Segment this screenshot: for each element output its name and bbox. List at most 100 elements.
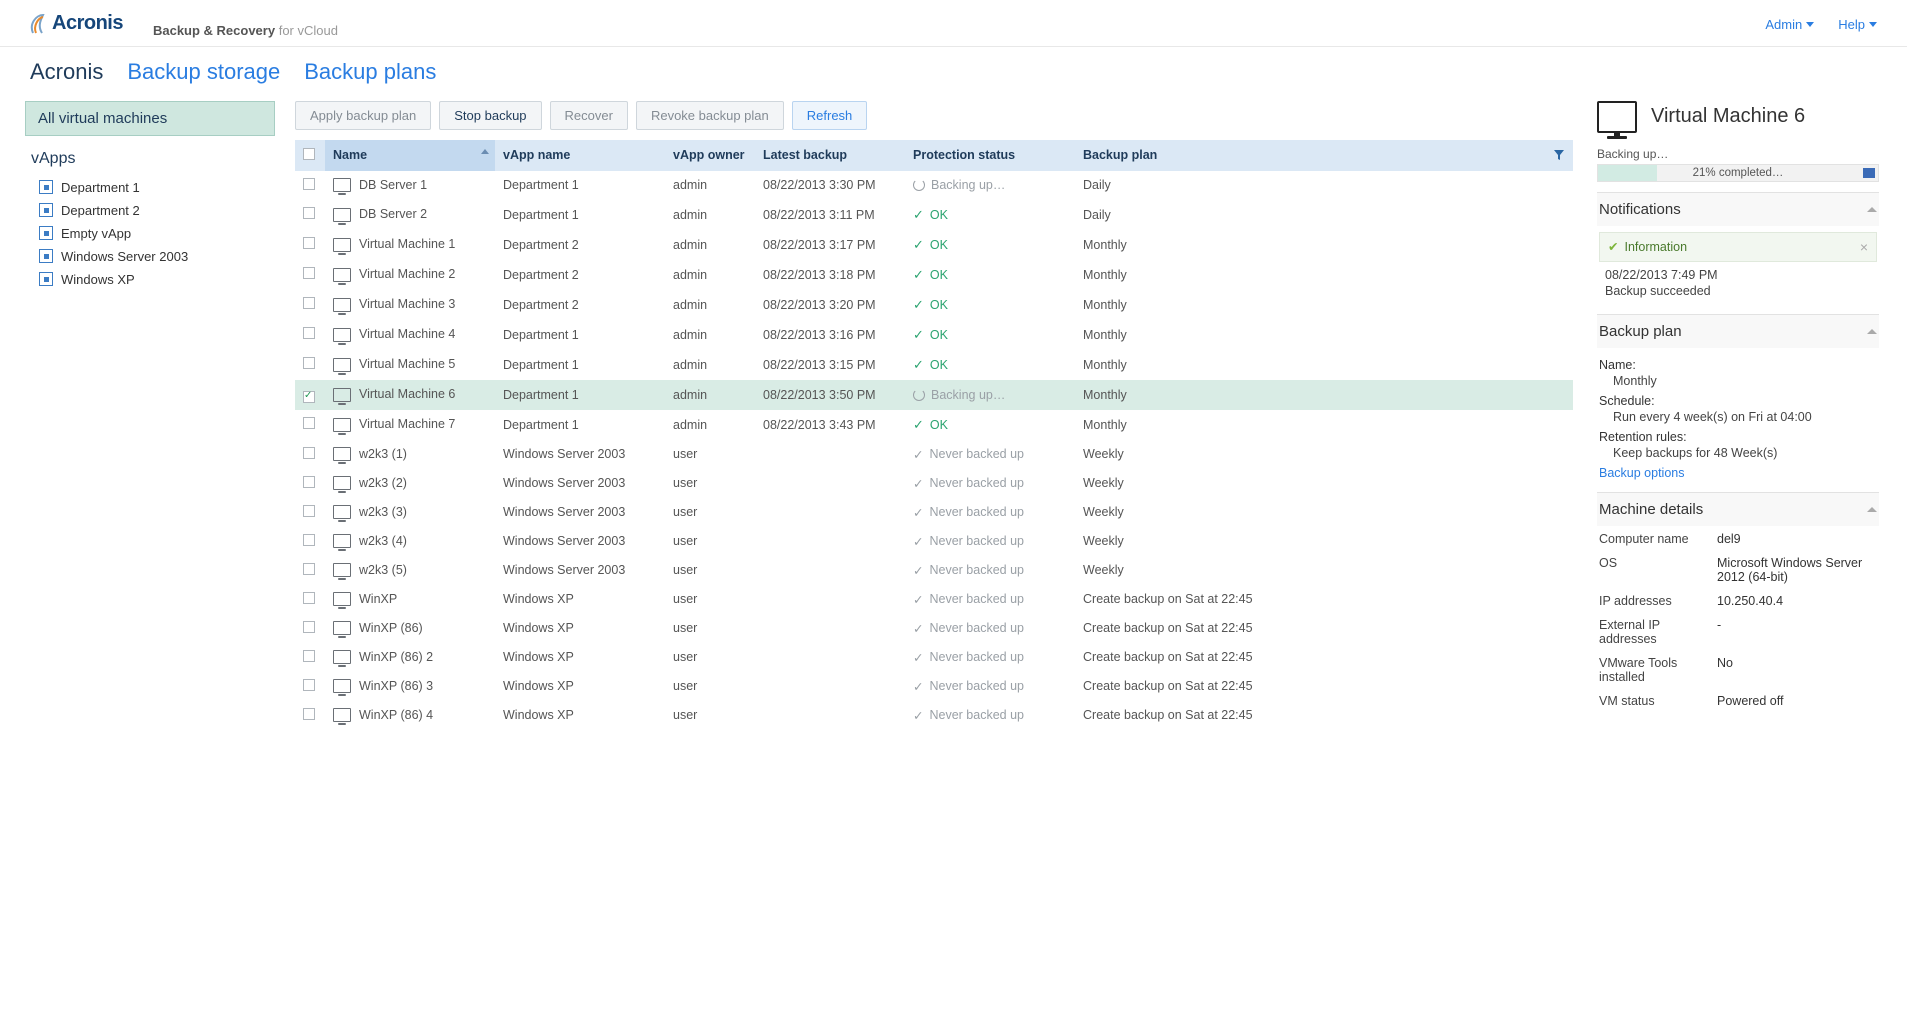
- row-checkbox[interactable]: [303, 505, 315, 517]
- table-row[interactable]: WinXP (86) 3Windows XPuser✓Never backed …: [295, 672, 1573, 701]
- section-backup-plan-header[interactable]: Backup plan: [1597, 315, 1879, 348]
- row-checkbox[interactable]: [303, 447, 315, 459]
- table-row[interactable]: Virtual Machine 2Department 2admin08/22/…: [295, 260, 1573, 290]
- progress-text: 21% completed…: [1693, 167, 1784, 179]
- table-row[interactable]: WinXP (86) 4Windows XPuser✓Never backed …: [295, 701, 1573, 730]
- admin-menu[interactable]: Admin: [1765, 17, 1814, 32]
- table-row[interactable]: w2k3 (2)Windows Server 2003user✓Never ba…: [295, 469, 1573, 498]
- spinner-icon: [913, 179, 925, 191]
- backup-options-link[interactable]: Backup options: [1599, 466, 1877, 480]
- cell-latest: [755, 643, 905, 672]
- col-vapp[interactable]: vApp name: [495, 140, 665, 171]
- row-checkbox[interactable]: [303, 592, 315, 604]
- table-row[interactable]: WinXP (86) 2Windows XPuser✓Never backed …: [295, 643, 1573, 672]
- row-checkbox[interactable]: [303, 708, 315, 720]
- cell-latest: [755, 701, 905, 730]
- cell-name: WinXP (86) 2: [359, 650, 433, 664]
- table-row[interactable]: Virtual Machine 6Department 1admin08/22/…: [295, 380, 1573, 410]
- tab-backup-storage[interactable]: Backup storage: [127, 59, 280, 85]
- cell-vapp: Department 2: [495, 290, 665, 320]
- row-checkbox[interactable]: [303, 327, 315, 339]
- section-notifications-header[interactable]: Notifications: [1597, 193, 1879, 226]
- cell-plan: Monthly: [1075, 320, 1573, 350]
- filter-icon[interactable]: [1553, 149, 1565, 164]
- row-checkbox[interactable]: [303, 297, 315, 309]
- table-row[interactable]: WinXP (86)Windows XPuser✓Never backed up…: [295, 614, 1573, 643]
- table-row[interactable]: w2k3 (1)Windows Server 2003user✓Never ba…: [295, 440, 1573, 469]
- sidebar-item[interactable]: Department 2: [25, 199, 275, 222]
- row-checkbox[interactable]: [303, 178, 315, 190]
- md-ip-val: 10.250.40.4: [1717, 594, 1877, 608]
- cell-latest: [755, 556, 905, 585]
- section-machine-details-header[interactable]: Machine details: [1597, 493, 1879, 526]
- status-text: Never backed up: [929, 505, 1024, 519]
- table-row[interactable]: Virtual Machine 1Department 2admin08/22/…: [295, 230, 1573, 260]
- row-checkbox[interactable]: [303, 650, 315, 662]
- check-icon: ✓: [913, 357, 924, 373]
- table-row[interactable]: DB Server 1Department 1admin08/22/2013 3…: [295, 171, 1573, 200]
- checkbox-icon[interactable]: [303, 148, 315, 160]
- status-text: Backing up…: [931, 178, 1005, 192]
- sidebar-item[interactable]: Windows Server 2003: [25, 245, 275, 268]
- stop-backup-button[interactable]: Stop backup: [439, 101, 541, 130]
- cell-latest: 08/22/2013 3:43 PM: [755, 410, 905, 440]
- table-row[interactable]: WinXPWindows XPuser✓Never backed upCreat…: [295, 585, 1573, 614]
- sidebar-item[interactable]: Empty vApp: [25, 222, 275, 245]
- row-checkbox[interactable]: [303, 267, 315, 279]
- check-icon: ✓: [913, 476, 923, 491]
- col-owner[interactable]: vApp owner: [665, 140, 755, 171]
- status-text: Never backed up: [929, 679, 1024, 693]
- sidebar-item[interactable]: Department 1: [25, 176, 275, 199]
- monitor-icon: [1597, 101, 1637, 133]
- vm-icon: [333, 505, 351, 519]
- row-checkbox[interactable]: [303, 207, 315, 219]
- md-vs-val: Powered off: [1717, 694, 1877, 708]
- status-text: Never backed up: [929, 621, 1024, 635]
- col-name[interactable]: Name: [325, 140, 495, 171]
- col-plan[interactable]: Backup plan: [1075, 140, 1573, 171]
- row-checkbox[interactable]: [303, 621, 315, 633]
- cell-latest: 08/22/2013 3:17 PM: [755, 230, 905, 260]
- sidebar-selected[interactable]: All virtual machines: [25, 101, 275, 136]
- table-row[interactable]: Virtual Machine 5Department 1admin08/22/…: [295, 350, 1573, 380]
- md-os-val: Microsoft Windows Server 2012 (64-bit): [1717, 556, 1877, 584]
- check-icon: ✓: [913, 679, 923, 694]
- cell-status: Backing up…: [905, 171, 1075, 200]
- row-checkbox[interactable]: [303, 476, 315, 488]
- col-latest[interactable]: Latest backup: [755, 140, 905, 171]
- md-vs-key: VM status: [1599, 694, 1709, 708]
- check-icon: ✓: [913, 267, 924, 283]
- table-row[interactable]: Virtual Machine 7Department 1admin08/22/…: [295, 410, 1573, 440]
- refresh-button[interactable]: Refresh: [792, 101, 868, 130]
- caret-down-icon: [1806, 22, 1814, 27]
- row-checkbox[interactable]: [303, 417, 315, 429]
- table-row[interactable]: Virtual Machine 3Department 2admin08/22/…: [295, 290, 1573, 320]
- table-row[interactable]: w2k3 (5)Windows Server 2003user✓Never ba…: [295, 556, 1573, 585]
- table-row[interactable]: w2k3 (4)Windows Server 2003user✓Never ba…: [295, 527, 1573, 556]
- status-text: OK: [930, 208, 948, 222]
- row-checkbox[interactable]: [303, 679, 315, 691]
- cell-name: Virtual Machine 4: [359, 327, 455, 341]
- sidebar-item[interactable]: Windows XP: [25, 268, 275, 291]
- status-text: Never backed up: [929, 708, 1024, 722]
- row-checkbox[interactable]: [303, 534, 315, 546]
- cell-plan: Create backup on Sat at 22:45: [1075, 643, 1573, 672]
- tab-backup-plans[interactable]: Backup plans: [304, 59, 436, 85]
- table-row[interactable]: DB Server 2Department 1admin08/22/2013 3…: [295, 200, 1573, 230]
- row-checkbox[interactable]: [303, 357, 315, 369]
- cell-name: Virtual Machine 2: [359, 267, 455, 281]
- row-checkbox[interactable]: [303, 391, 315, 403]
- check-icon: ✓: [913, 563, 923, 578]
- col-checkbox[interactable]: [295, 140, 325, 171]
- tab-acronis[interactable]: Acronis: [30, 59, 103, 85]
- vm-icon: [333, 298, 351, 312]
- vm-icon: [333, 358, 351, 372]
- row-checkbox[interactable]: [303, 237, 315, 249]
- table-row[interactable]: w2k3 (3)Windows Server 2003user✓Never ba…: [295, 498, 1573, 527]
- row-checkbox[interactable]: [303, 563, 315, 575]
- help-menu[interactable]: Help: [1838, 17, 1877, 32]
- close-icon[interactable]: ×: [1860, 239, 1868, 255]
- table-row[interactable]: Virtual Machine 4Department 1admin08/22/…: [295, 320, 1573, 350]
- cell-owner: user: [665, 498, 755, 527]
- col-status[interactable]: Protection status: [905, 140, 1075, 171]
